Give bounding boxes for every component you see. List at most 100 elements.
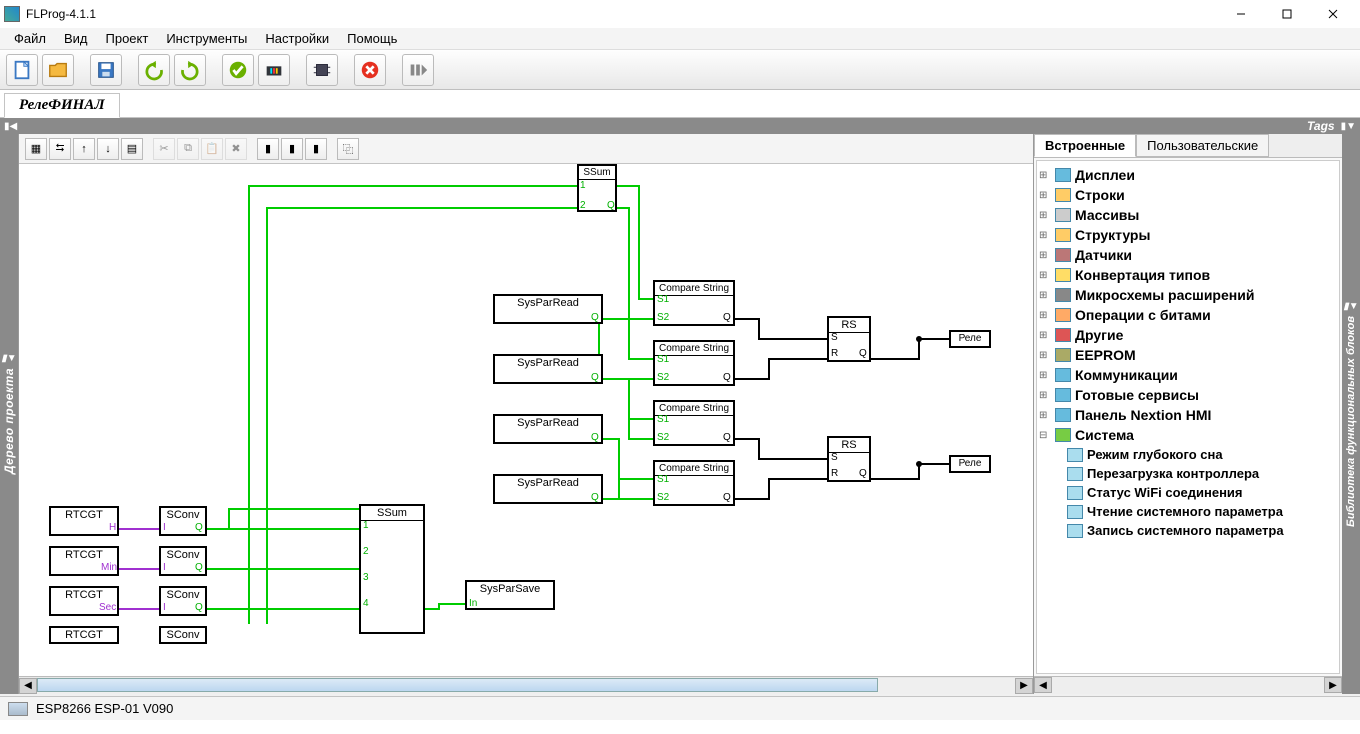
tree-item-structs[interactable]: ⊞Структуры: [1039, 225, 1337, 245]
tags-label[interactable]: Tags: [1307, 119, 1335, 133]
tool-connections[interactable]: ⿻: [337, 138, 359, 160]
scroll-left-arrow[interactable]: ◀: [19, 678, 37, 694]
tree-item-convert[interactable]: ⊞Конвертация типов: [1039, 265, 1337, 285]
left-sidebar-label: Дерево проекта: [2, 368, 16, 474]
block-sysparread-3[interactable]: SysParRead: [493, 414, 603, 444]
menu-file[interactable]: Файл: [6, 29, 54, 48]
app-icon: [4, 6, 20, 22]
block-rtcgt-4[interactable]: RTCGT: [49, 626, 119, 644]
tool-block3[interactable]: ▮: [305, 138, 327, 160]
tab-user[interactable]: Пользовательские: [1136, 134, 1269, 157]
block-sysparsave[interactable]: SysParSave: [465, 580, 555, 610]
tree-item-eeprom[interactable]: ⊞EEPROM: [1039, 345, 1337, 365]
tab-builtin[interactable]: Встроенные: [1034, 134, 1136, 157]
tool-cut: ✂: [153, 138, 175, 160]
tool-block1[interactable]: ▮: [257, 138, 279, 160]
panel-scroll-left[interactable]: ◀: [1034, 677, 1052, 693]
tree-sub-deepsleep[interactable]: Режим глубокого сна: [1067, 445, 1337, 464]
tree-sub-read[interactable]: Чтение системного параметра: [1067, 502, 1337, 521]
tree-item-extchips[interactable]: ⊞Микросхемы расширений: [1039, 285, 1337, 305]
close-button[interactable]: [1310, 0, 1356, 28]
tree-item-bitops[interactable]: ⊞Операции с битами: [1039, 305, 1337, 325]
minimize-button[interactable]: [1218, 0, 1264, 28]
block-sysparread-4[interactable]: SysParRead: [493, 474, 603, 504]
document-tab-row: РелеФИНАЛ: [0, 90, 1360, 118]
status-bar: ESP8266 ESP-01 V090: [0, 696, 1360, 720]
tree-item-other[interactable]: ⊞Другие: [1039, 325, 1337, 345]
block-icon: [1067, 505, 1083, 519]
tree-sub-reboot[interactable]: Перезагрузка контроллера: [1067, 464, 1337, 483]
block-sysparread-1[interactable]: SysParRead: [493, 294, 603, 324]
left-collapse-arrow[interactable]: ▮◀: [4, 121, 17, 132]
right-sidebar-arrow[interactable]: ▮▼: [1343, 301, 1358, 312]
block-sysparread-2[interactable]: SysParRead: [493, 354, 603, 384]
right-collapse-arrow[interactable]: ▮▼: [1341, 121, 1356, 132]
panel-scroll-right[interactable]: ▶: [1324, 677, 1342, 693]
left-sidebar-arrow[interactable]: ▮▼: [1, 353, 16, 364]
folder-icon: [1055, 408, 1071, 422]
library-tree[interactable]: ⊞Дисплеи ⊞Строки ⊞Массивы ⊞Структуры ⊞Да…: [1036, 160, 1340, 674]
tool-select[interactable]: ▦: [25, 138, 47, 160]
tool-copy: ⧉: [177, 138, 199, 160]
tree-sub-write[interactable]: Запись системного параметра: [1067, 521, 1337, 540]
tool-align-left[interactable]: ⮀: [49, 138, 71, 160]
upload-button[interactable]: [258, 54, 290, 86]
window-titlebar: FLProg-4.1.1: [0, 0, 1360, 28]
stop-button[interactable]: [354, 54, 386, 86]
block-icon: [1067, 467, 1083, 481]
new-file-button[interactable]: [6, 54, 38, 86]
library-collapsed-sidebar[interactable]: ▮▼ Библиотека функциональных блоков: [1342, 134, 1360, 694]
folder-icon: [1055, 308, 1071, 322]
block-icon: [1067, 448, 1083, 462]
folder-icon: [1055, 188, 1071, 202]
folder-icon: [1055, 228, 1071, 242]
folder-icon: [1055, 388, 1071, 402]
block-rele-2[interactable]: Реле: [949, 455, 991, 473]
right-sidebar-label: Библиотека функциональных блоков: [1345, 316, 1357, 527]
tree-item-nextion[interactable]: ⊞Панель Nextion HMI: [1039, 405, 1337, 425]
menu-project[interactable]: Проект: [98, 29, 157, 48]
tree-item-strings[interactable]: ⊞Строки: [1039, 185, 1337, 205]
block-sconv-4[interactable]: SConv: [159, 626, 207, 644]
tool-arrow-up[interactable]: ↑: [73, 138, 95, 160]
compile-button[interactable]: [222, 54, 254, 86]
block-rele-1[interactable]: Реле: [949, 330, 991, 348]
maximize-button[interactable]: [1264, 0, 1310, 28]
open-file-button[interactable]: [42, 54, 74, 86]
save-button[interactable]: [90, 54, 122, 86]
document-tab[interactable]: РелеФИНАЛ: [4, 93, 120, 118]
project-tree-collapsed-sidebar[interactable]: ▮▼ Дерево проекта: [0, 134, 18, 694]
menu-settings[interactable]: Настройки: [257, 29, 337, 48]
library-panel: Встроенные Пользовательские ⊞Дисплеи ⊞Ст…: [1034, 134, 1342, 694]
tree-sub-wifi[interactable]: Статус WiFi соединения: [1067, 483, 1337, 502]
canvas-scroll-area[interactable]: SSum 1 2 Q SysParRead Q SysParRead Q Sys…: [19, 164, 1033, 676]
diagram-canvas[interactable]: SSum 1 2 Q SysParRead Q SysParRead Q Sys…: [19, 164, 1029, 654]
canvas-column: ▦ ⮀ ↑ ↓ ▤ ✂ ⧉ 📋 ✖ ▮ ▮ ▮ ⿻: [18, 134, 1034, 694]
redo-button[interactable]: [174, 54, 206, 86]
tree-item-services[interactable]: ⊞Готовые сервисы: [1039, 385, 1337, 405]
main-toolbar: [0, 50, 1360, 90]
horizontal-scrollbar[interactable]: ◀ ▶: [19, 676, 1033, 694]
undo-button[interactable]: [138, 54, 170, 86]
menu-tools[interactable]: Инструменты: [158, 29, 255, 48]
panel-bottom-scrollbar[interactable]: ◀ ▶: [1034, 676, 1342, 694]
board-icon: [8, 702, 28, 716]
tool-paste: 📋: [201, 138, 223, 160]
tree-item-sensors[interactable]: ⊞Датчики: [1039, 245, 1337, 265]
folder-icon: [1055, 368, 1071, 382]
menu-view[interactable]: Вид: [56, 29, 96, 48]
menu-help[interactable]: Помощь: [339, 29, 405, 48]
tree-item-displays[interactable]: ⊞Дисплеи: [1039, 165, 1337, 185]
tool-arrow-down[interactable]: ↓: [97, 138, 119, 160]
tool-block2[interactable]: ▮: [281, 138, 303, 160]
library-tabs: Встроенные Пользовательские: [1034, 134, 1342, 158]
tree-item-system[interactable]: ⊟Система: [1039, 425, 1337, 445]
chip-button[interactable]: [306, 54, 338, 86]
scroll-right-arrow[interactable]: ▶: [1015, 678, 1033, 694]
tool-grid[interactable]: ▤: [121, 138, 143, 160]
tree-item-comm[interactable]: ⊞Коммуникации: [1039, 365, 1337, 385]
scrollbar-thumb[interactable]: [37, 678, 878, 692]
tree-item-arrays[interactable]: ⊞Массивы: [1039, 205, 1337, 225]
playback-button[interactable]: [402, 54, 434, 86]
block-icon: [1067, 486, 1083, 500]
